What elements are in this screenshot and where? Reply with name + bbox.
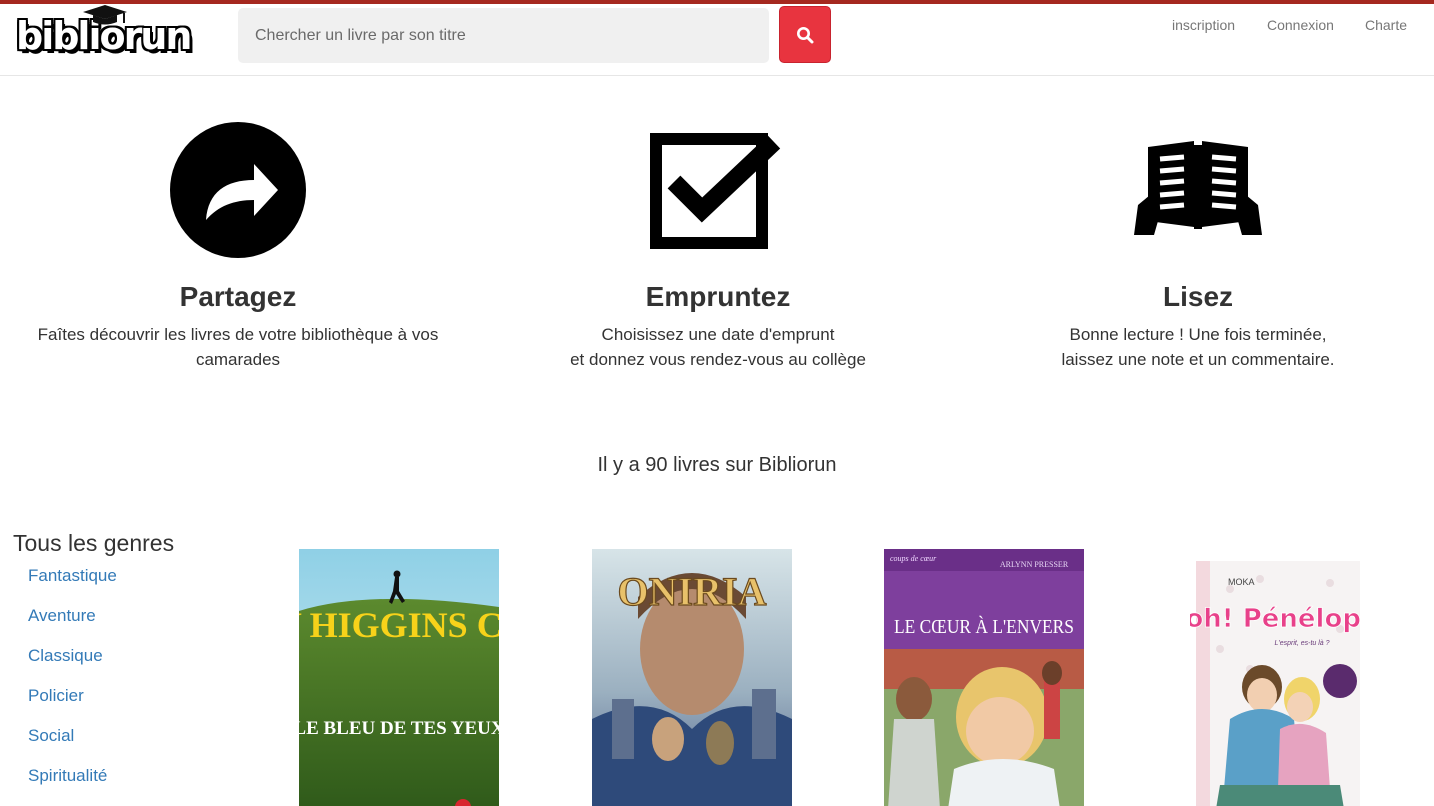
feature-description-line: camarades	[195, 350, 281, 369]
logo[interactable]: bibliorun	[14, 5, 192, 64]
genre-link[interactable]: Aventure	[28, 606, 117, 646]
checkbox-checked-icon	[650, 133, 781, 249]
book-cover[interactable]: MOKA oh! Pénélope L'esprit, es-tu là ?	[1190, 549, 1362, 806]
feature-title: Partagez	[179, 281, 297, 312]
genre-link[interactable]: Policier	[28, 686, 117, 726]
book-cover[interactable]: ONIRIA	[592, 549, 792, 806]
feature-share: Partagez Faîtes découvrir les livres de …	[8, 120, 468, 372]
nav-link-inscription[interactable]: inscription	[1172, 17, 1235, 33]
nav-link-charte[interactable]: Charte	[1365, 17, 1407, 33]
svg-text:MARY HIGGINS CLARK: MARY HIGGINS CLARK	[299, 605, 499, 645]
book-cover[interactable]: coups de cœur ARLYNN PRESSER LE CŒUR À L…	[884, 549, 1084, 806]
genres-title: Tous les genres	[13, 530, 175, 556]
feature-title: Lisez	[1162, 281, 1234, 312]
book-cover-art: coups de cœur ARLYNN PRESSER LE CŒUR À L…	[884, 549, 1084, 806]
feature-description-line: et donnez vous rendez-vous au collège	[570, 350, 866, 369]
book-cover-series: coups de cœur	[890, 554, 937, 563]
genre-link[interactable]: Fantastique	[28, 566, 117, 606]
book-cover-author: MOKA	[1228, 577, 1255, 587]
search-input[interactable]	[238, 8, 769, 63]
book-cover-art: MARY HIGGINS CLARK LE BLEU DE TES YEUX	[299, 549, 499, 806]
feature-read: Lisez Bonne lecture ! Une fois terminée,…	[968, 120, 1428, 372]
book-cover-title: LE CŒUR À L'ENVERS	[894, 615, 1074, 638]
feature-title: Empruntez	[645, 281, 791, 312]
book-cover-title: ONIRIA	[618, 569, 767, 614]
feature-description-line: Bonne lecture ! Une fois terminée,	[1069, 325, 1327, 344]
genre-link[interactable]: Classique	[28, 646, 117, 686]
search-icon	[797, 26, 814, 43]
book-cover-title: oh! Pénélope	[1190, 604, 1362, 634]
svg-text:LE CŒUR À L'ENVERS: LE CŒUR À L'ENVERS	[894, 615, 1074, 638]
book-cover-art: MOKA oh! Pénélope L'esprit, es-tu là ?	[1190, 549, 1362, 806]
book-cover-title: MARY HIGGINS CLARK	[299, 605, 499, 645]
share-arrow-icon	[170, 122, 306, 258]
nav-link-connexion[interactable]: Connexion	[1267, 17, 1334, 33]
navbar: bibliorun inscription Connexion Charte	[0, 4, 1434, 76]
book-cover-art: ONIRIA	[592, 549, 792, 806]
graduation-cap-icon	[83, 5, 127, 25]
feature-borrow: Empruntez Choisissez une date d'emprunt …	[488, 120, 948, 372]
book-count: Il y a 90 livres sur Bibliorun	[597, 454, 837, 476]
book-cover-subtitle: L'esprit, es-tu là ?	[1274, 640, 1329, 647]
feature-description-line: Faîtes découvrir les livres de votre bib…	[37, 325, 439, 344]
feature-description-line: laissez une note et un commentaire.	[1061, 350, 1335, 369]
genre-link[interactable]: Social	[28, 726, 117, 766]
book-cover-subtitle: LE BLEU DE TES YEUX	[299, 718, 499, 739]
book-cover[interactable]: MARY HIGGINS CLARK LE BLEU DE TES YEUX	[299, 549, 499, 806]
reading-book-icon	[1134, 141, 1262, 235]
genre-link[interactable]: Spiritualité	[28, 766, 117, 806]
genre-list: Fantastique Aventure Classique Policier …	[28, 566, 117, 806]
book-cover-author: ARLYNN PRESSER	[1000, 560, 1069, 569]
feature-description-line: Choisissez une date d'emprunt	[601, 325, 835, 344]
search-button[interactable]	[779, 6, 831, 63]
